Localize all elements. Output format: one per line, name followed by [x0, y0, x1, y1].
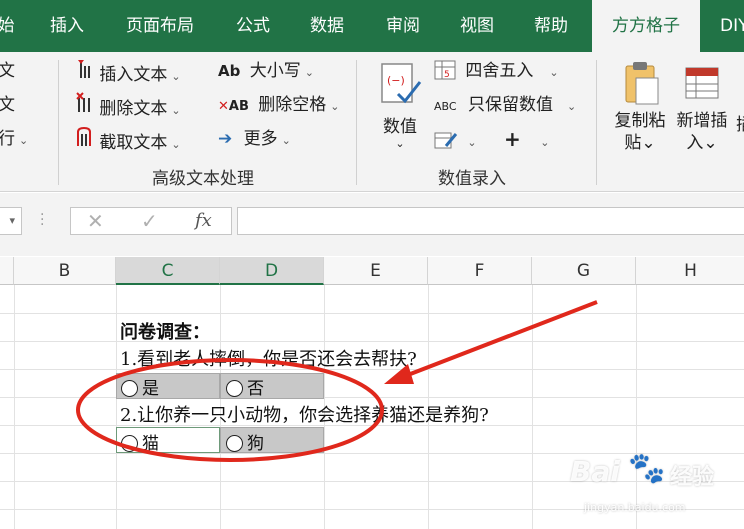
radio-icon [226, 435, 243, 452]
ribbon-item-partial-1[interactable]: 文 [0, 58, 15, 84]
formula-bar: ▾ · · · ✕ ✓ fx [0, 193, 744, 256]
baidu-watermark: Bai 🐾 经验 jingyan.baidu.com [570, 445, 740, 525]
tab-diy[interactable]: DIY [710, 0, 744, 52]
round-button[interactable]: 5 四舍五入 ⌄ [434, 58, 559, 84]
chevron-down-icon: ⌄ [330, 100, 340, 113]
chevron-down-icon: ⌄ [549, 66, 559, 79]
svg-text:5: 5 [444, 70, 450, 80]
radio-option-no[interactable]: 否 [226, 376, 264, 402]
tab-formulas[interactable]: 公式 [222, 0, 284, 52]
column-header-g[interactable]: G [532, 257, 636, 285]
chevron-down-icon: ⌄ [566, 100, 577, 113]
value-button[interactable]: (−) 数值 ⌄ [372, 60, 428, 150]
radio-option-dog[interactable]: 狗 [226, 431, 264, 457]
tab-data[interactable]: 数据 [296, 0, 358, 52]
change-case-button[interactable]: Ab 大小写 ⌄ [218, 58, 314, 84]
insert-text-icon [74, 58, 94, 88]
abc-icon: ABC [434, 100, 457, 113]
copy-paste-button[interactable]: 复制粘 贴⌄ [610, 60, 670, 154]
chevron-down-icon: ⌄ [467, 136, 477, 149]
insert-rows-icon [682, 60, 722, 106]
ribbon-item-partial-right[interactable]: 插 [736, 112, 744, 138]
survey-title: 问卷调查： [120, 322, 210, 343]
tab-insert[interactable]: 插入 [38, 0, 96, 52]
add-insert-button[interactable]: 新增插 入⌄ [672, 60, 732, 154]
question-2: 2.让你养一只小动物，你会选择养猫还是养狗? [120, 405, 489, 426]
radio-icon [226, 380, 243, 397]
chevron-down-icon: ⌄ [171, 138, 181, 151]
column-header-e[interactable]: E [324, 257, 428, 285]
tab-view[interactable]: 视图 [446, 0, 508, 52]
chevron-down-icon: ⌄ [281, 134, 291, 147]
svg-text:(−): (−) [387, 74, 405, 87]
group-divider [356, 60, 357, 185]
chevron-down-icon: ▾ [9, 214, 15, 227]
formula-buttons: ✕ ✓ fx [70, 207, 232, 235]
arrow-right-icon: ➔ [218, 129, 233, 149]
chevron-down-icon: ⌄ [641, 133, 656, 153]
chevron-down-icon: ⌄ [395, 137, 405, 150]
watermark-brand: Bai [570, 455, 620, 488]
name-box[interactable]: ▾ [0, 207, 22, 235]
tab-page-layout[interactable]: 页面布局 [110, 0, 210, 52]
chevron-down-icon: ⌄ [19, 134, 29, 147]
watermark-brand-2: 经验 [670, 465, 715, 490]
chevron-down-icon: ⌄ [171, 70, 181, 83]
ribbon-item-partial-3[interactable]: 行 ⌄ [0, 126, 28, 152]
more-button[interactable]: ➔ 更多 ⌄ [218, 126, 291, 152]
insert-function-button[interactable]: fx [195, 208, 212, 234]
delete-text-icon [74, 92, 94, 122]
remove-spaces-button[interactable]: ✕AB 删除空格 ⌄ [218, 92, 340, 118]
radio-icon [121, 435, 138, 452]
value-icon: (−) [378, 60, 422, 108]
column-header-d[interactable]: D [220, 257, 324, 285]
cancel-icon[interactable]: ✕ [87, 208, 104, 234]
ribbon-item-partial-2[interactable]: 文 [0, 92, 15, 118]
formula-input[interactable] [237, 207, 744, 235]
ab-case-icon: Ab [218, 62, 241, 80]
paw-icon: 🐾 [628, 451, 666, 486]
tab-help[interactable]: 帮助 [520, 0, 582, 52]
edit-table-icon [434, 130, 458, 150]
column-header-b[interactable]: B [14, 257, 116, 285]
edit-number-button[interactable]: ⌄ + ⌄ [434, 126, 549, 152]
confirm-icon[interactable]: ✓ [141, 208, 158, 234]
radio-option-yes[interactable]: 是 [121, 376, 159, 402]
ribbon-body: 文 文 行 ⌄ 插入文本 ⌄ 删除文本 ⌄ 截取文本 ⌄ Ab 大小写 ⌄ ✕AB 删除空… [0, 52, 744, 192]
tab-home[interactable]: 始 [0, 0, 18, 52]
column-header-f[interactable]: F [428, 257, 532, 285]
column-header-h[interactable]: H [636, 257, 744, 285]
ribbon-tab-bar: 始 插入 页面布局 公式 数据 审阅 视图 帮助 方方格子 DIY [0, 0, 744, 52]
column-header-a[interactable] [0, 257, 14, 285]
tab-ffgz[interactable]: 方方格子 [592, 0, 700, 52]
chevron-down-icon: ⌄ [304, 66, 314, 79]
column-header-c[interactable]: C [116, 257, 220, 285]
clipboard-icon [620, 60, 660, 106]
round-icon: 5 [434, 60, 456, 80]
chevron-down-icon: ⌄ [703, 133, 718, 153]
question-1: 1.看到老人摔倒，你是否还会去帮扶? [120, 349, 417, 370]
chevron-down-icon: ⌄ [171, 104, 181, 117]
remove-spaces-icon: ✕AB [218, 99, 249, 114]
radio-option-cat[interactable]: 猫 [121, 431, 159, 457]
plus-icon[interactable]: + [504, 127, 521, 151]
delete-text-button[interactable]: 删除文本 ⌄ [74, 92, 181, 119]
radio-icon [121, 380, 138, 397]
insert-text-button[interactable]: 插入文本 ⌄ [74, 58, 181, 85]
chevron-down-icon: ⌄ [540, 136, 550, 149]
number-group-label: 数值录入 [438, 169, 506, 189]
watermark-url: jingyan.baidu.com [584, 501, 686, 514]
group-divider [596, 60, 597, 185]
drag-handle-icon[interactable]: · · · [40, 208, 45, 232]
keep-numeric-button[interactable]: ABC 只保留数值 ⌄ [434, 92, 576, 118]
group-divider [58, 60, 59, 185]
extract-text-button[interactable]: 截取文本 ⌄ [74, 126, 181, 153]
extract-text-icon [74, 126, 94, 156]
tab-review[interactable]: 审阅 [372, 0, 434, 52]
text-group-label: 高级文本处理 [152, 169, 254, 189]
